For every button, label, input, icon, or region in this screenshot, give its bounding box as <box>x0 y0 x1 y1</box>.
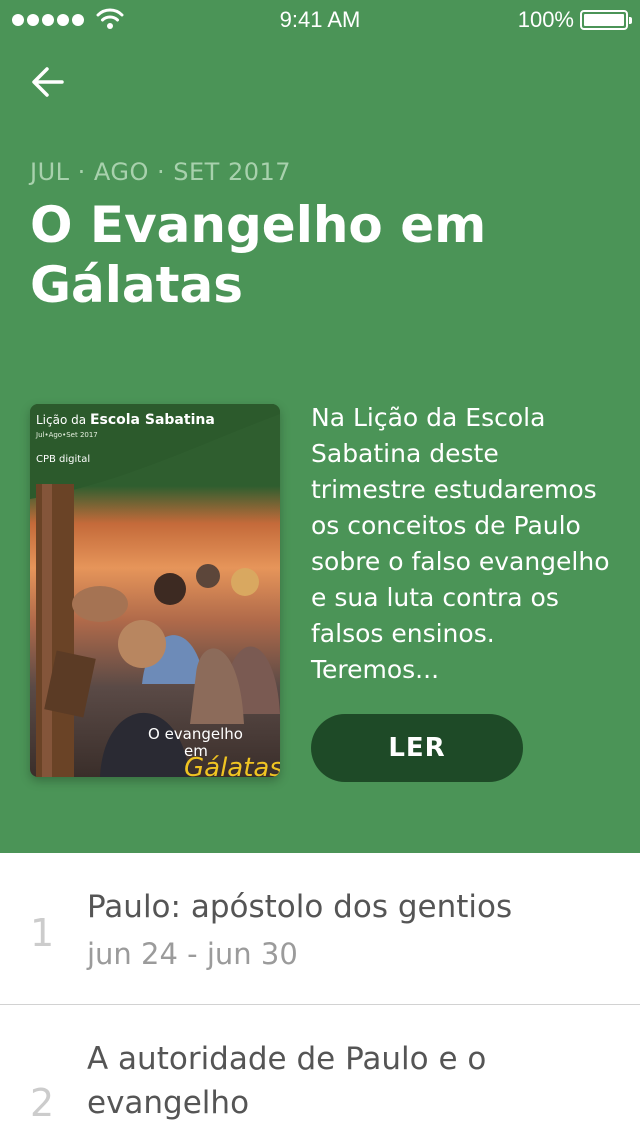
lesson-list-item[interactable]: 2 A autoridade de Paulo e o evangelho <box>0 1005 640 1136</box>
cover-publisher: CPB digital <box>36 454 91 465</box>
lesson-cover-image[interactable]: Lição da Escola Sabatina Jul•Ago•Set 201… <box>30 404 280 777</box>
battery-icon <box>580 10 632 30</box>
cover-series: Lição da Escola Sabatina <box>36 412 215 428</box>
lesson-number: 2 <box>30 1081 55 1125</box>
page-title: O Evangelho em Gálatas <box>30 196 487 314</box>
cover-period: Jul•Ago•Set 2017 <box>36 431 98 439</box>
lesson-header: 9:41 AM 100% JUL · AGO · SET 2017 O Evan… <box>0 0 640 853</box>
quarter-label: JUL · AGO · SET 2017 <box>30 158 292 186</box>
lesson-description: Na Lição da Escola Sabatina deste trimes… <box>311 403 610 684</box>
lesson-title: A autoridade de Paulo e o evangelho <box>87 1041 487 1121</box>
status-bar: 9:41 AM 100% <box>0 0 640 40</box>
arrow-left-icon <box>32 67 64 97</box>
cover-caption: O evangelho em Gálatas <box>148 725 280 778</box>
back-button[interactable] <box>26 60 70 104</box>
lesson-title: Paulo: apóstolo dos gentios <box>87 889 513 925</box>
lesson-list-item[interactable]: 1 Paulo: apóstolo dos gentios jun 24 - j… <box>0 853 640 1005</box>
battery-percentage: 100% <box>517 7 574 32</box>
lesson-dates: jun 24 - jun 30 <box>87 937 298 971</box>
read-button[interactable]: LER <box>311 714 523 782</box>
lesson-number: 1 <box>30 911 55 955</box>
